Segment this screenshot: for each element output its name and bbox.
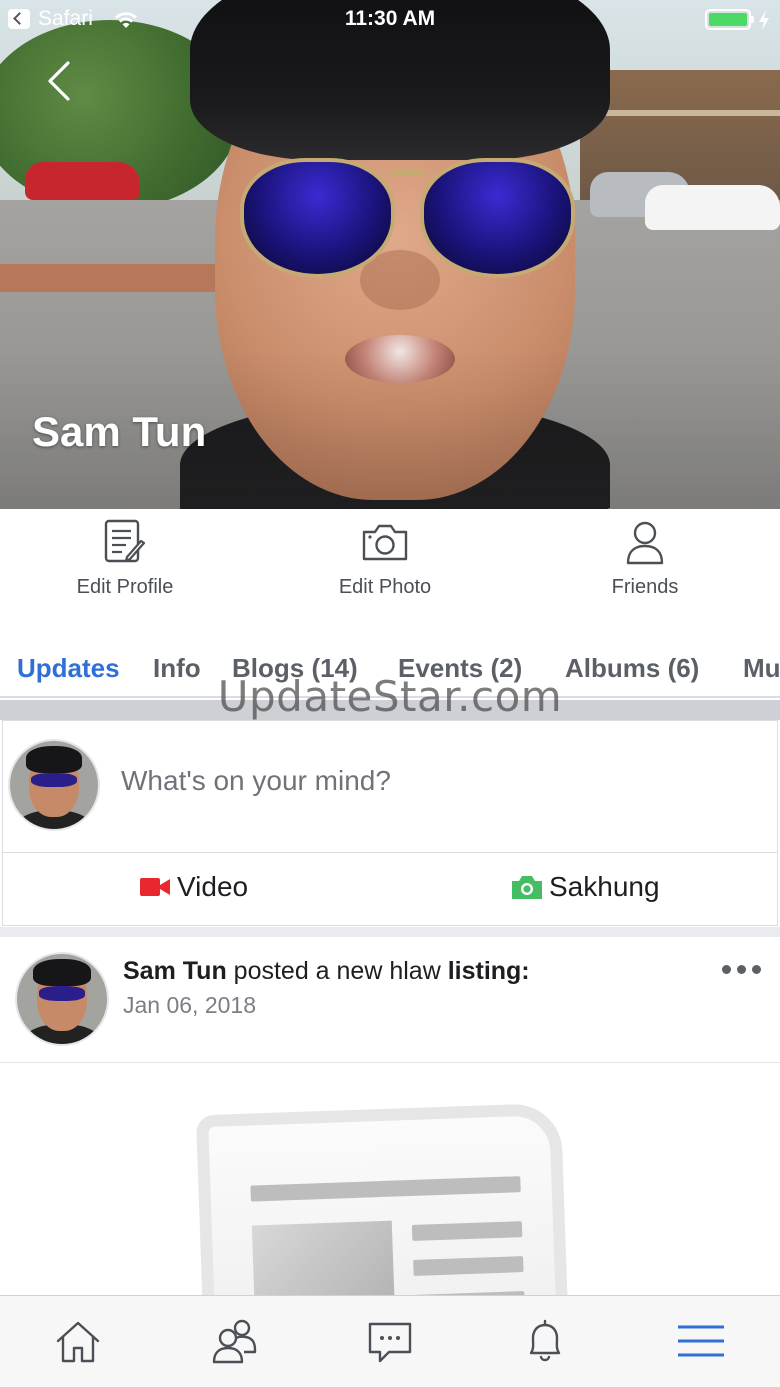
edit-photo-button[interactable]: Edit Photo xyxy=(285,517,485,599)
tab-updates[interactable]: Updates xyxy=(17,653,120,684)
photo-button[interactable]: Sakhung xyxy=(511,867,660,907)
tab-music[interactable]: Mu xyxy=(743,653,780,684)
tab-albums[interactable]: Albums (6) xyxy=(565,653,699,684)
friends-tab[interactable] xyxy=(210,1316,260,1366)
section-divider xyxy=(0,927,780,937)
edit-profile-button[interactable]: Edit Profile xyxy=(25,517,225,599)
avatar[interactable] xyxy=(8,739,100,831)
home-tab[interactable] xyxy=(53,1316,103,1366)
back-chevron-icon[interactable] xyxy=(44,60,76,102)
charging-icon xyxy=(759,10,769,30)
home-icon xyxy=(56,1321,100,1363)
avatar[interactable] xyxy=(15,952,109,1046)
profile-name: Sam Tun xyxy=(32,408,207,455)
video-button[interactable]: Video xyxy=(139,867,248,907)
notifications-tab[interactable] xyxy=(520,1316,570,1366)
status-input[interactable]: What's on your mind? xyxy=(121,765,391,797)
battery-level xyxy=(709,13,747,26)
sunglasses-bridge xyxy=(390,170,426,176)
section-divider xyxy=(0,700,780,720)
listing-placeholder-icon xyxy=(195,1102,570,1296)
portrait-sunglasses xyxy=(230,148,580,288)
edit-document-icon xyxy=(104,519,146,563)
video-label: Video xyxy=(177,871,249,902)
friends-icon xyxy=(212,1319,257,1364)
video-camera-icon xyxy=(140,878,170,896)
sunglasses-lens xyxy=(420,158,575,278)
post-media[interactable] xyxy=(0,1064,780,1296)
person-icon xyxy=(626,521,664,565)
more-options-icon[interactable] xyxy=(720,959,764,979)
post-author[interactable]: Sam Tun xyxy=(123,957,227,985)
profile-tabs: Updates Info Blogs (14) Events (2) Album… xyxy=(0,640,780,698)
status-composer: What's on your mind? Video Sakhung xyxy=(2,720,778,926)
battery-icon xyxy=(705,9,754,30)
sunglasses-lens xyxy=(240,158,395,278)
photo-label: Sakhung xyxy=(549,871,660,902)
menu-icon xyxy=(678,1325,724,1357)
bottom-tab-bar xyxy=(0,1295,780,1387)
composer-divider xyxy=(3,852,777,853)
status-time: 11:30 AM xyxy=(344,7,436,30)
post-title: Sam Tun posted a new hlaw listing: xyxy=(123,957,530,986)
menu-tab[interactable] xyxy=(676,1316,726,1366)
tab-info[interactable]: Info xyxy=(153,653,201,684)
camera-icon xyxy=(362,524,408,561)
photo-camera-icon xyxy=(512,876,542,899)
post-header: Sam Tun posted a new hlaw listing: Jan 0… xyxy=(0,937,780,1063)
post-action-text: posted a new hlaw xyxy=(226,957,448,985)
friends-label: Friends xyxy=(611,576,679,598)
messages-icon xyxy=(368,1322,412,1363)
friends-button[interactable]: Friends xyxy=(545,517,745,599)
edit-profile-label: Edit Profile xyxy=(76,576,174,598)
profile-actions: Edit Profile Edit Photo Friends xyxy=(0,509,780,619)
status-bar: Safari 11:30 AM xyxy=(0,0,780,40)
notifications-icon xyxy=(529,1319,561,1362)
messages-tab[interactable] xyxy=(365,1316,415,1366)
edit-photo-label: Edit Photo xyxy=(338,576,432,598)
tab-events[interactable]: Events (2) xyxy=(398,653,522,684)
post-date: Jan 06, 2018 xyxy=(123,992,257,1018)
battery-cap xyxy=(751,16,754,23)
cover-photo[interactable]: Sam Tun xyxy=(0,0,780,509)
tab-blogs[interactable]: Blogs (14) xyxy=(232,653,358,684)
post-object[interactable]: listing: xyxy=(448,957,530,985)
